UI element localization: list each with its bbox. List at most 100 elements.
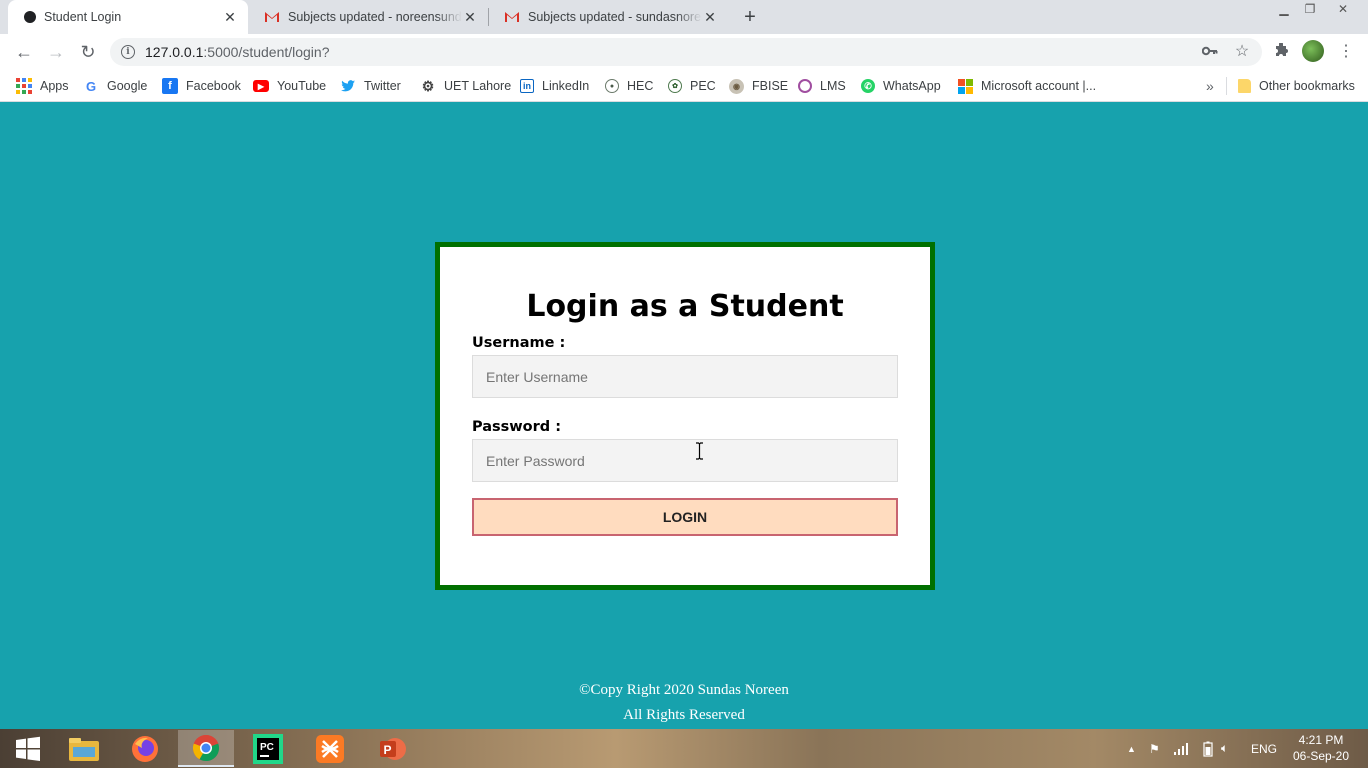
clock-date: 06-Sep-20 <box>1292 749 1350 763</box>
window-close-button[interactable]: ✕ <box>1330 0 1356 18</box>
bookmark-star-button[interactable]: ☆ <box>1232 41 1252 61</box>
tab-title: Subjects updated - noreensundas <box>288 10 462 24</box>
action-center-flag[interactable]: ⚑ <box>1149 729 1160 768</box>
restore-icon: ❐ <box>1304 2 1316 16</box>
text-cursor-icon <box>696 442 703 460</box>
tab-title: Subjects updated - sundasnoreen <box>528 10 702 24</box>
extensions-button[interactable] <box>1271 41 1291 61</box>
restore-button[interactable]: ❐ <box>1297 0 1323 18</box>
bookmark-facebook[interactable]: f Facebook <box>162 76 241 96</box>
file-explorer-icon <box>69 737 99 761</box>
address-bar[interactable]: i 127.0.0.1:5000/student/login? <box>110 38 1262 66</box>
minimize-button[interactable]: ▁ <box>1271 0 1297 18</box>
password-input[interactable] <box>472 439 898 482</box>
hec-icon: ● <box>605 79 619 93</box>
bookmark-lms[interactable]: LMS <box>798 76 846 96</box>
extensions-icon <box>1276 43 1288 56</box>
show-hidden-icons-button[interactable]: ▲ <box>1127 729 1136 768</box>
url-text[interactable]: 127.0.0.1:5000/student/login? <box>145 44 1262 60</box>
login-button[interactable]: LOGIN <box>472 498 898 536</box>
close-tab-icon[interactable]: ✕ <box>222 9 238 25</box>
info-icon[interactable]: i <box>121 45 135 59</box>
flag-icon: ⚑ <box>1149 741 1160 756</box>
tab-subjects-updated-1[interactable]: Subjects updated - noreensundas ✕ <box>248 0 488 34</box>
tab-student-login[interactable]: Student Login ✕ <box>8 0 248 34</box>
star-icon: ☆ <box>1234 43 1250 60</box>
svg-text:PC: PC <box>260 742 274 753</box>
minimize-icon: ▁ <box>1279 2 1289 16</box>
bookmark-microsoft-account[interactable]: Microsoft account |... <box>957 76 1096 96</box>
network-status[interactable] <box>1173 729 1189 768</box>
bookmark-whatsapp[interactable]: ✆ WhatsApp <box>861 76 941 96</box>
other-bookmarks-folder[interactable]: Other bookmarks <box>1238 76 1355 96</box>
battery-icon <box>1203 741 1213 757</box>
linkedin-icon: in <box>520 79 534 93</box>
forward-icon: → <box>47 41 65 62</box>
tab-subjects-updated-2[interactable]: Subjects updated - sundasnoreen ✕ <box>488 0 728 34</box>
windows-taskbar: PC P ▲ ⚑ 🔈︎ ENG 4:21 PM 06-Sep-20 <box>0 729 1368 768</box>
browser-toolbar: ← → ↻ i 127.0.0.1:5000/student/login? ☆ … <box>0 34 1368 70</box>
bookmark-label: Twitter <box>364 79 401 93</box>
bookmarks-overflow-button[interactable]: » <box>1206 76 1214 96</box>
close-tab-icon[interactable]: ✕ <box>462 9 478 25</box>
chrome-menu-button[interactable]: ⋮ <box>1336 41 1356 61</box>
input-language-button[interactable]: ENG <box>1251 729 1277 768</box>
bookmark-label: FBISE <box>752 79 789 93</box>
taskbar-pycharm[interactable]: PC <box>240 730 296 767</box>
bookmark-uet-lahore[interactable]: ⚙ UET Lahore <box>420 76 511 96</box>
taskbar-chrome[interactable] <box>178 730 234 767</box>
language-label: ENG <box>1251 741 1278 756</box>
pycharm-icon: PC <box>253 733 283 764</box>
bookmark-label: Google <box>107 79 148 93</box>
username-input[interactable] <box>472 355 898 398</box>
start-button[interactable] <box>0 730 56 767</box>
taskbar-file-explorer[interactable] <box>56 730 112 767</box>
powerpoint-icon: P <box>380 737 406 760</box>
taskbar-powerpoint[interactable]: P <box>364 730 420 767</box>
menu-icon: ⋮ <box>1338 43 1354 60</box>
uet-icon: ⚙ <box>421 77 435 94</box>
facebook-icon: f <box>162 78 178 94</box>
bookmark-linkedin[interactable]: in LinkedIn <box>520 76 589 96</box>
taskbar-xampp[interactable] <box>302 730 358 767</box>
key-icon <box>1202 46 1218 56</box>
bookmarks-divider <box>1226 77 1227 95</box>
battery-status[interactable] <box>1203 729 1213 768</box>
taskbar-firefox[interactable] <box>117 730 173 767</box>
profile-avatar[interactable] <box>1302 40 1324 62</box>
bookmark-label: UET Lahore <box>444 79 512 93</box>
password-key-button[interactable] <box>1200 41 1220 61</box>
bookmark-youtube[interactable]: ▶ YouTube <box>253 76 326 96</box>
chrome-icon <box>192 734 220 761</box>
back-button[interactable]: ← <box>10 38 38 66</box>
bookmark-label: LMS <box>820 79 846 93</box>
volume-button[interactable]: 🔈︎ <box>1221 729 1228 768</box>
plus-icon: + <box>744 5 756 28</box>
bookmark-apps[interactable]: Apps <box>16 76 69 96</box>
tab-strip: Student Login ✕ Subjects updated - noree… <box>0 0 1368 34</box>
other-bookmarks-label: Other bookmarks <box>1259 79 1355 93</box>
bookmark-hec[interactable]: ● HEC <box>605 76 653 96</box>
close-icon: ✕ <box>1337 2 1349 16</box>
taskbar-clock[interactable]: 4:21 PM 06-Sep-20 <box>1290 732 1352 764</box>
pec-icon: ✿ <box>668 79 682 93</box>
forward-button[interactable]: → <box>42 38 70 66</box>
url-path: :5000/student/login? <box>203 44 330 60</box>
clock-time: 4:21 PM <box>1298 733 1344 747</box>
folder-icon <box>1238 79 1251 93</box>
close-tab-icon[interactable]: ✕ <box>702 9 718 25</box>
bookmark-pec[interactable]: ✿ PEC <box>668 76 716 96</box>
bookmark-twitter[interactable]: Twitter <box>340 76 401 96</box>
footer-rights: All Rights Reserved <box>623 707 745 723</box>
tab-title: Student Login <box>44 10 122 24</box>
bookmark-label: Apps <box>40 79 69 93</box>
xampp-icon <box>316 734 344 763</box>
reload-button[interactable]: ↻ <box>74 38 102 66</box>
bookmark-label: YouTube <box>277 79 327 93</box>
bookmark-google[interactable]: G Google <box>83 76 147 96</box>
microsoft-icon <box>957 78 973 94</box>
bookmark-fbise[interactable]: ◉ FBISE <box>729 76 788 96</box>
gmail-icon <box>505 12 519 22</box>
chevron-up-icon: ▲ <box>1127 743 1136 754</box>
new-tab-button[interactable]: + <box>736 3 764 31</box>
